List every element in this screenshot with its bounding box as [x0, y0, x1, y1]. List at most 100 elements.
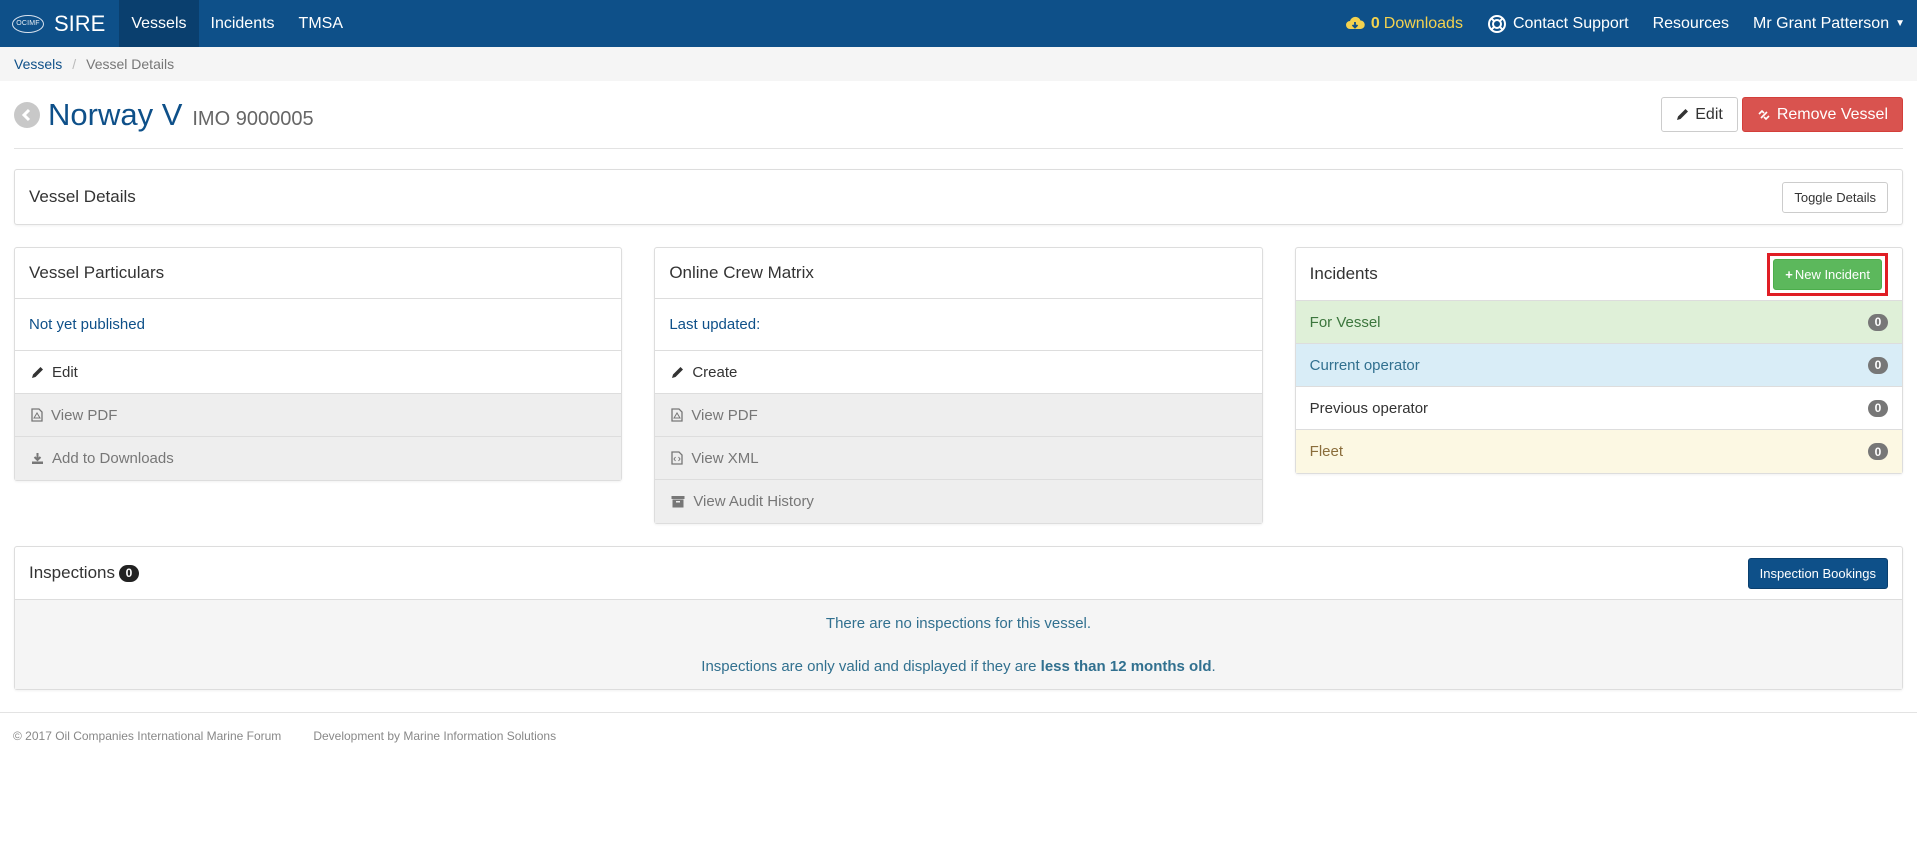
breadcrumb-separator: /: [72, 56, 77, 72]
new-incident-highlight: + New Incident: [1767, 252, 1888, 296]
cloud-download-icon: [1345, 16, 1365, 32]
particulars-add-to-downloads-label: Add to Downloads: [52, 450, 174, 467]
vessel-details-heading: Vessel Details Toggle Details: [15, 170, 1902, 224]
inspections-note: Inspections are only valid and displayed…: [15, 657, 1902, 677]
incidents-fleet[interactable]: Fleet 0: [1295, 430, 1902, 473]
crew-matrix-view-xml[interactable]: View XML: [655, 437, 1262, 480]
pencil-icon: [1676, 108, 1689, 121]
vessel-details-panel: Vessel Details Toggle Details: [14, 169, 1903, 225]
crew-matrix-view-pdf[interactable]: View PDF: [655, 394, 1262, 437]
crew-matrix-heading: Online Crew Matrix: [655, 248, 1262, 299]
incidents-title: Incidents: [1309, 264, 1378, 283]
nav-vessels[interactable]: Vessels: [119, 0, 199, 47]
vessel-imo: IMO 9000005: [192, 107, 314, 130]
breadcrumb-vessels[interactable]: Vessels: [14, 56, 62, 72]
unlink-icon: [1757, 108, 1771, 122]
pencil-icon: [671, 366, 684, 379]
incidents-previous-operator-label: Previous operator: [1309, 399, 1429, 417]
downloads-label: Downloads: [1383, 14, 1463, 32]
incidents-previous-operator-count: 0: [1867, 399, 1888, 417]
crew-matrix-view-pdf-label: View PDF: [691, 406, 758, 424]
incidents-current-operator-count: 0: [1867, 356, 1888, 374]
crew-matrix-title: Online Crew Matrix: [669, 263, 814, 282]
inspections-count-badge: 0: [119, 564, 139, 582]
pencil-icon: [31, 366, 44, 379]
incidents-current-operator[interactable]: Current operator 0: [1295, 344, 1902, 387]
nav-tmsa[interactable]: TMSA: [287, 0, 355, 47]
breadcrumb-current: Vessel Details: [86, 56, 175, 72]
crew-matrix-create[interactable]: Create: [655, 351, 1262, 394]
particulars-view-pdf-label: View PDF: [51, 406, 118, 424]
download-icon: [31, 452, 44, 465]
nav-contact-support[interactable]: Contact Support: [1475, 0, 1641, 47]
particulars-heading: Vessel Particulars: [15, 248, 622, 299]
particulars-edit-label: Edit: [52, 363, 78, 381]
nav-incidents[interactable]: Incidents: [199, 0, 287, 47]
file-pdf-icon: [31, 408, 43, 422]
footer-copyright: © 2017 Oil Companies International Marin…: [13, 729, 282, 743]
brand-name: SIRE: [54, 10, 106, 36]
panels-row: Vessel Particulars Not yet published Edi…: [14, 247, 1903, 524]
nav-right: 0 Downloads Contact Support Resources Mr…: [1333, 0, 1917, 47]
nav-resources[interactable]: Resources: [1641, 0, 1741, 47]
file-pdf-icon: [671, 408, 683, 422]
lifebuoy-icon: [1487, 14, 1507, 34]
incidents-panel: Incidents + New Incident For Vessel 0 Cu…: [1294, 247, 1903, 474]
inspections-note-bold: less than 12 months old: [1040, 658, 1212, 675]
inspections-note-suffix: .: [1211, 658, 1216, 675]
incidents-heading: Incidents + New Incident: [1295, 248, 1902, 301]
particulars-add-to-downloads[interactable]: Add to Downloads: [15, 437, 622, 480]
user-name: Mr Grant Patterson: [1753, 14, 1890, 32]
page-title: Norway V IMO 9000005: [14, 97, 314, 133]
crew-matrix-view-xml-label: View XML: [691, 449, 759, 467]
breadcrumb: Vessels / Vessel Details: [0, 47, 1917, 81]
vessel-particulars-panel: Vessel Particulars Not yet published Edi…: [14, 247, 623, 481]
main-container: Norway V IMO 9000005 Edit Remove Vessel …: [0, 81, 1917, 690]
inspections-panel: Inspections 0 Inspection Bookings There …: [14, 546, 1903, 690]
vessel-name: Norway V: [48, 96, 183, 132]
incidents-for-vessel-count: 0: [1867, 313, 1888, 331]
new-incident-label: New Incident: [1794, 266, 1870, 282]
brand[interactable]: OCIMF SIRE: [0, 0, 119, 47]
inspections-heading: Inspections 0 Inspection Bookings: [15, 547, 1902, 600]
toggle-details-button[interactable]: Toggle Details: [1782, 181, 1888, 213]
edit-label: Edit: [1695, 105, 1723, 123]
particulars-edit[interactable]: Edit: [15, 351, 622, 394]
particulars-view-pdf[interactable]: View PDF: [15, 394, 622, 437]
inspections-note-prefix: Inspections are only valid and displayed…: [701, 658, 1041, 675]
top-navbar: OCIMF SIRE Vessels Incidents TMSA 0 Down…: [0, 0, 1917, 47]
inspections-title-wrap: Inspections 0: [29, 563, 139, 583]
nav-downloads[interactable]: 0 Downloads: [1333, 0, 1475, 47]
caret-down-icon: ▼: [1895, 18, 1905, 29]
ocimf-logo-icon: OCIMF: [12, 14, 44, 33]
contact-support-label: Contact Support: [1512, 14, 1629, 32]
remove-vessel-button[interactable]: Remove Vessel: [1741, 97, 1903, 132]
back-arrow-icon[interactable]: [14, 101, 40, 128]
particulars-status: Not yet published: [15, 299, 622, 351]
header-actions: Edit Remove Vessel: [1661, 97, 1903, 132]
nav-user-menu[interactable]: Mr Grant Patterson ▼: [1741, 0, 1917, 47]
incidents-for-vessel[interactable]: For Vessel 0: [1295, 301, 1902, 344]
incidents-current-operator-label: Current operator: [1309, 356, 1420, 374]
incidents-previous-operator[interactable]: Previous operator 0: [1295, 387, 1902, 430]
incidents-fleet-count: 0: [1867, 443, 1888, 460]
inspections-body: There are no inspections for this vessel…: [15, 600, 1902, 689]
file-code-icon: [671, 451, 683, 465]
crew-matrix-status: Last updated:: [655, 299, 1262, 351]
archive-icon: [671, 495, 685, 508]
footer: © 2017 Oil Companies International Marin…: [0, 712, 1917, 759]
nav-left: OCIMF SIRE Vessels Incidents TMSA: [0, 0, 355, 47]
remove-label: Remove Vessel: [1776, 105, 1888, 123]
crew-matrix-view-audit-history[interactable]: View Audit History: [655, 480, 1262, 523]
inspections-title: Inspections: [29, 563, 115, 582]
new-incident-button[interactable]: + New Incident: [1773, 258, 1882, 290]
particulars-title: Vessel Particulars: [29, 263, 165, 282]
inspection-bookings-button[interactable]: Inspection Bookings: [1747, 557, 1888, 589]
plus-icon: +: [1785, 266, 1793, 282]
edit-vessel-button[interactable]: Edit: [1661, 97, 1738, 132]
inspections-empty-message: There are no inspections for this vessel…: [825, 615, 1092, 632]
footer-developer: Development by Marine Information Soluti…: [313, 729, 557, 743]
crew-matrix-create-label: Create: [692, 363, 738, 381]
downloads-count: 0: [1370, 14, 1380, 32]
incidents-fleet-label: Fleet: [1309, 443, 1344, 460]
